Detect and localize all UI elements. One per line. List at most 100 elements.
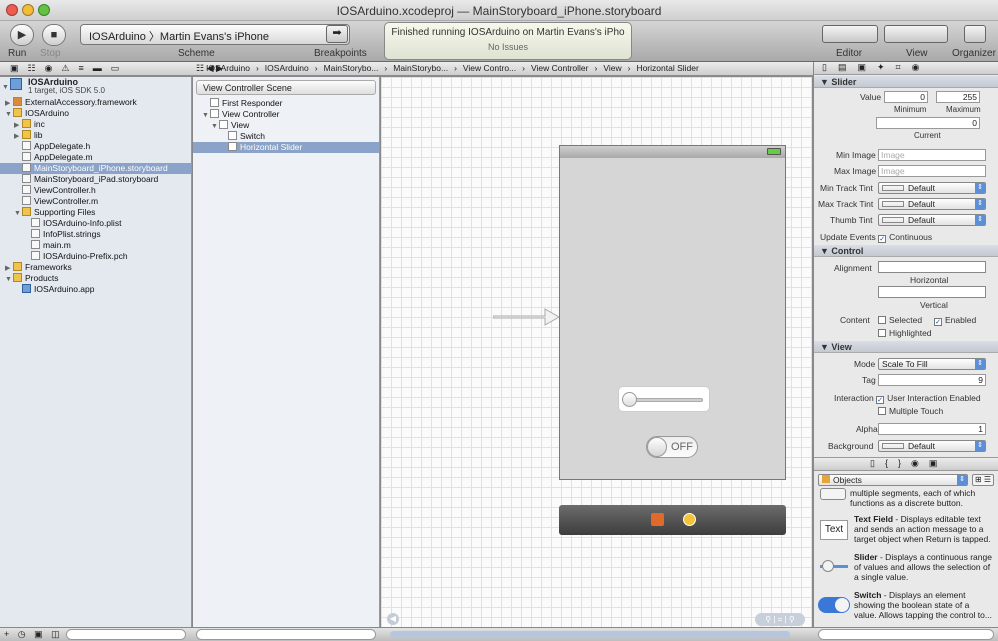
continuous-checkbox[interactable]: ✓ [878,235,887,243]
navigator-item[interactable]: ▶ ExternalAccessory.framework [0,97,191,108]
canvas-scrollbar[interactable] [390,631,790,638]
first-responder-icon[interactable] [651,513,664,526]
highlighted-checkbox[interactable] [878,329,886,337]
object-icon [228,131,237,140]
navigator-item[interactable]: AppDelegate.h [0,141,191,152]
navigator-item[interactable]: MainStoryboard_iPhone.storyboard [0,163,191,174]
text-field-title: Text Field [854,514,894,524]
library-tabs[interactable]: ▯{}◉▣ [814,457,998,471]
multiple-touch-option[interactable]: Multiple Touch [878,406,943,416]
multiple-touch-checkbox[interactable] [878,407,886,415]
library-item-slider[interactable]: Slider - Displays a continuous range of … [814,552,992,586]
max-track-tint-select[interactable]: Default [878,198,986,210]
outline-item[interactable]: ▼ View [193,120,379,131]
breadcrumb-item[interactable]: View Contro... [463,63,516,73]
run-button[interactable]: ▶ [10,24,34,46]
thumb-tint-select[interactable]: Default [878,214,986,226]
library-item-switch[interactable]: Switch - Displays an element showing the… [814,590,992,624]
outline-filter-field[interactable] [196,629,376,640]
outline-item[interactable]: Switch [193,131,379,142]
breadcrumb-item[interactable]: MainStorybo... [393,63,448,73]
scheme-selector[interactable]: IOSArduino 〉Martin Evans's iPhone [80,24,350,45]
min-image-field[interactable]: Image [878,149,986,161]
vertical-alignment-control[interactable] [878,286,986,298]
navigator-item[interactable]: ▶ Frameworks [0,262,191,273]
navigator-item[interactable]: ViewController.m [0,196,191,207]
user-interaction-checkbox[interactable]: ✓ [876,396,885,404]
navigator-item[interactable]: MainStoryboard_iPad.storyboard [0,174,191,185]
outline-item[interactable]: ▼ View Controller [193,109,379,120]
library-item-text-field[interactable]: Text Text Field - Displays editable text… [814,514,992,548]
navigator-item-label: ViewController.m [34,196,99,206]
min-track-tint-select[interactable]: Default [878,182,986,194]
highlighted-option[interactable]: Highlighted [878,328,932,338]
horizontal-alignment-control[interactable] [878,261,986,273]
view-controller-icon[interactable] [683,513,696,526]
navigator-item[interactable]: IOSArduino-Prefix.pch [0,251,191,262]
iphone-view[interactable]: OFF [559,145,786,480]
navigator-item[interactable]: main.m [0,240,191,251]
switch-control[interactable]: OFF [646,436,698,458]
breadcrumb-item[interactable]: IOSArduino [206,63,250,73]
navigator-item-label: ViewController.h [34,185,96,195]
slider-thumb[interactable] [622,392,637,407]
library-selector[interactable]: Objects [818,474,968,486]
view-segmented-control[interactable] [884,25,948,43]
navigator-item[interactable]: AppDelegate.m [0,152,191,163]
navigator-item[interactable]: IOSArduino.app [0,284,191,295]
object-icon [210,98,219,107]
library-item-segmented-control[interactable]: multiple segments, each of which functio… [814,488,992,510]
selected-checkbox[interactable] [878,316,886,324]
navigator-item-label: AppDelegate.m [34,152,93,162]
tag-field[interactable]: 9 [878,374,986,386]
outline-item[interactable]: First Responder [193,98,379,109]
breadcrumb-item[interactable]: View Controller [531,63,588,73]
outline-item[interactable]: Horizontal Slider [193,142,379,153]
slider-section-header[interactable]: ▼ Slider [814,76,998,88]
stop-button[interactable]: ■ [42,24,66,46]
navigator-item[interactable]: ▶ lib [0,130,191,141]
outline-item-label: View [231,120,250,130]
navigator-filter-field[interactable] [66,629,186,640]
navigator-item-label: IOSArduino-Prefix.pch [43,251,128,261]
inspector-tabs[interactable]: ▯▤▣✦⌗◉ [814,62,998,75]
navigator-item[interactable]: ViewController.h [0,185,191,196]
min-value-field[interactable]: 0 [884,91,928,103]
zoom-controls[interactable]: ⚲ | = | ⚲ [755,613,805,626]
background-select[interactable]: Default [878,440,986,452]
project-root[interactable]: ▼ IOSArduino 1 target, iOS SDK 5.0 [0,77,191,97]
breakpoints-button[interactable]: ➡ [326,25,348,43]
navigator-item[interactable]: ▼ Products [0,273,191,284]
mode-select[interactable]: Scale To Fill [878,358,986,370]
max-image-field[interactable]: Image [878,165,986,177]
breadcrumb-item[interactable]: IOSArduino [265,63,309,73]
color-well-icon [882,185,904,191]
navigator-item[interactable]: ▼ IOSArduino [0,108,191,119]
library-filter-field[interactable] [818,629,994,640]
selected-option[interactable]: Selected [878,315,922,325]
navigator-filter-icons[interactable]: + ◷ ▣ ◫ [4,629,63,640]
outline-item-label: View Controller [222,109,280,119]
navigator-item[interactable]: ▼ Supporting Files [0,207,191,218]
scene-header[interactable]: View Controller Scene [196,80,376,95]
control-section-header[interactable]: ▼ Control [814,245,998,257]
battery-icon [767,148,781,155]
breadcrumb-item[interactable]: View [603,63,621,73]
outline-toggle-button[interactable]: ◀ [387,613,399,625]
max-value-field[interactable]: 255 [936,91,980,103]
navigator-item[interactable]: IOSArduino-Info.plist [0,218,191,229]
breadcrumb-item[interactable]: MainStorybo... [324,63,379,73]
enabled-checkbox[interactable]: ✓ [934,318,942,326]
editor-segmented-control[interactable] [822,25,878,43]
breadcrumb-item[interactable]: Horizontal Slider [636,63,698,73]
navigator-item[interactable]: InfoPlist.strings [0,229,191,240]
library-view-toggle[interactable]: ⊞ ☰ [972,474,994,486]
organizer-button[interactable] [964,25,986,43]
navigator-selector-icons[interactable]: ▣☷◉⚠≡▬▭ [10,63,128,74]
view-section-header[interactable]: ▼ View [814,341,998,353]
enabled-option[interactable]: ✓ Enabled [934,315,976,326]
alpha-field[interactable]: 1 [878,423,986,435]
navigator-item[interactable]: ▶ inc [0,119,191,130]
current-value-field[interactable]: 0 [876,117,980,129]
navigator-item-label: lib [34,130,43,140]
